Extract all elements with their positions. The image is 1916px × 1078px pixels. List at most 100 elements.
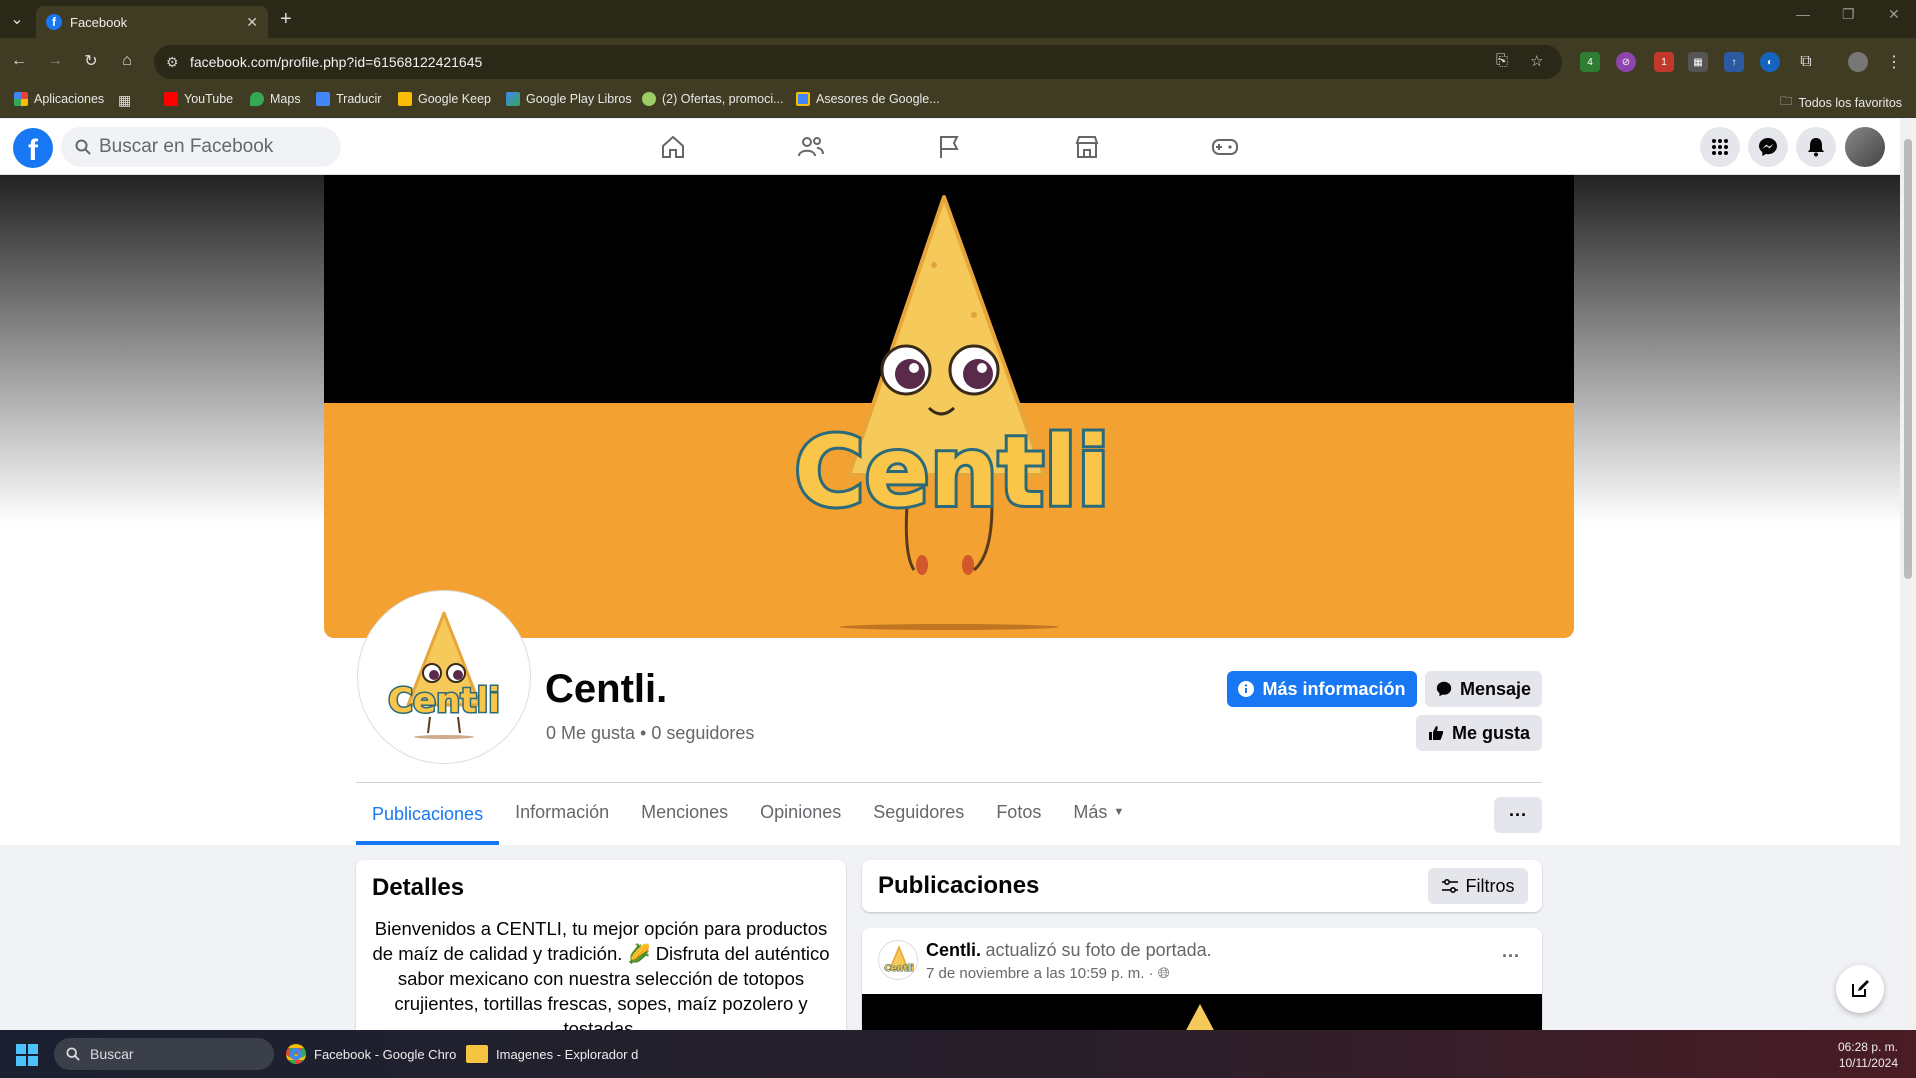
- post-card: Centli Centli. actualizó su foto de port…: [862, 928, 1542, 1030]
- reload-icon[interactable]: ↻: [80, 50, 102, 72]
- extension-icon[interactable]: 4: [1580, 52, 1600, 72]
- facebook-favicon-icon: f: [46, 14, 62, 30]
- posts-title: Publicaciones: [878, 872, 1040, 899]
- bookmark-keep[interactable]: Google Keep: [398, 92, 491, 106]
- post-author-avatar[interactable]: Centli: [878, 940, 918, 980]
- taskbar-explorer-app[interactable]: Imagenes - Explorador d: [466, 1038, 638, 1070]
- asesores-icon: [796, 92, 810, 106]
- extensions-puzzle-icon[interactable]: ⧉: [1796, 52, 1816, 72]
- bookmark-play-books[interactable]: Google Play Libros: [506, 92, 632, 106]
- more-info-button[interactable]: Más información: [1227, 671, 1417, 707]
- taskbar-search-input[interactable]: Buscar: [54, 1038, 274, 1070]
- bookmark-maps[interactable]: Maps: [250, 92, 301, 106]
- profile-more-options-button[interactable]: ···: [1494, 797, 1542, 833]
- centli-logo-avatar-image: Centli: [387, 611, 501, 739]
- bookmark-youtube[interactable]: YouTube: [164, 92, 233, 106]
- filter-sliders-icon: [1441, 879, 1458, 893]
- marketplace-nav-icon[interactable]: [1072, 133, 1102, 161]
- edit-compose-icon: [1852, 980, 1869, 997]
- browser-tab[interactable]: f Facebook ✕: [36, 6, 268, 38]
- svg-text:Centli: Centli: [794, 416, 1110, 528]
- grid-icon: ▦: [118, 92, 132, 108]
- bookmark-star-icon[interactable]: ☆: [1530, 52, 1543, 70]
- bookmark-asesores[interactable]: Asesores de Google...: [796, 92, 940, 106]
- extension-icon[interactable]: ⊘: [1616, 52, 1636, 72]
- filters-button[interactable]: Filtros: [1428, 868, 1528, 904]
- bookmark-ofertas[interactable]: (2) Ofertas, promoci...: [642, 92, 784, 106]
- cover-photo[interactable]: Centli: [324, 175, 1574, 638]
- menu-grid-icon: [1712, 139, 1728, 155]
- extension-icon[interactable]: ◐: [1760, 52, 1780, 72]
- site-info-icon[interactable]: ⚙: [166, 54, 179, 71]
- tab-seguidores[interactable]: Seguidores: [857, 783, 980, 841]
- facebook-logo-icon[interactable]: f: [13, 128, 53, 168]
- compose-message-button[interactable]: [1836, 965, 1884, 1013]
- account-avatar[interactable]: [1845, 127, 1885, 167]
- info-icon: [1238, 681, 1255, 697]
- tab-menciones[interactable]: Menciones: [625, 783, 744, 841]
- home-nav-icon[interactable]: [658, 133, 688, 161]
- post-action-text: actualizó su foto de portada.: [985, 940, 1212, 960]
- extension-icon[interactable]: ▦: [1688, 52, 1708, 72]
- centli-mascot-cover-image: Centli: [791, 195, 1113, 630]
- taskbar-clock[interactable]: 06:28 p. m. 10/11/2024: [1838, 1039, 1898, 1071]
- taskbar-chrome-app[interactable]: Facebook - Google Chro: [286, 1038, 456, 1070]
- forward-icon[interactable]: →: [44, 50, 66, 72]
- all-bookmarks-folder[interactable]: 🗀 Todos los favoritos: [1780, 92, 1902, 113]
- notifications-button[interactable]: [1796, 127, 1836, 167]
- maps-icon: [250, 92, 264, 106]
- profile-avatar-icon[interactable]: [1848, 52, 1868, 72]
- youtube-icon: [164, 92, 178, 106]
- svg-text:Centli: Centli: [884, 964, 914, 974]
- gaming-nav-icon[interactable]: [1210, 133, 1240, 161]
- profile-picture[interactable]: Centli: [358, 591, 530, 763]
- facebook-search-input[interactable]: Buscar en Facebook: [61, 127, 341, 167]
- search-icon: [66, 1047, 80, 1061]
- extension-icon[interactable]: 1: [1654, 52, 1674, 72]
- translate-icon: [316, 92, 330, 106]
- post-timestamp[interactable]: 7 de noviembre a las 10:59 p. m. · 🌐︎: [926, 965, 1212, 982]
- post-header: Centli. actualizó su foto de portada. 7 …: [926, 940, 1212, 982]
- details-title: Detalles: [372, 874, 465, 901]
- pages-flag-nav-icon[interactable]: [934, 133, 964, 161]
- post-image[interactable]: [862, 994, 1542, 1030]
- tab-opiniones[interactable]: Opiniones: [744, 783, 857, 841]
- message-button[interactable]: Mensaje: [1425, 671, 1542, 707]
- windows-start-icon[interactable]: [16, 1044, 38, 1066]
- url-text: facebook.com/profile.php?id=615681224216…: [190, 54, 483, 70]
- home-icon[interactable]: ⌂: [116, 50, 138, 72]
- post-options-button[interactable]: ···: [1502, 946, 1520, 967]
- ofertas-icon: [642, 92, 656, 106]
- like-button[interactable]: Me gusta: [1416, 715, 1542, 751]
- tab-fotos[interactable]: Fotos: [980, 783, 1057, 841]
- chrome-menu-icon[interactable]: ⋮: [1884, 52, 1904, 72]
- extension-icon[interactable]: ↑: [1724, 52, 1744, 72]
- scrollbar-thumb[interactable]: [1904, 139, 1912, 579]
- address-bar[interactable]: ⚙ facebook.com/profile.php?id=6156812242…: [154, 45, 1562, 79]
- minimize-icon[interactable]: —: [1796, 6, 1810, 22]
- close-tab-icon[interactable]: ✕: [246, 14, 258, 31]
- tab-search-button[interactable]: ⌄: [6, 8, 28, 30]
- page-scrollbar[interactable]: [1900, 119, 1916, 1030]
- menu-grid-button[interactable]: [1700, 127, 1740, 167]
- tab-title: Facebook: [70, 14, 128, 30]
- tab-informacion[interactable]: Información: [499, 783, 625, 841]
- new-tab-button[interactable]: +: [280, 8, 292, 31]
- bookmark-apps[interactable]: Aplicaciones: [14, 92, 104, 106]
- back-icon[interactable]: ←: [8, 50, 30, 72]
- friends-nav-icon[interactable]: [796, 133, 826, 161]
- bookmark-translate[interactable]: Traducir: [316, 92, 381, 106]
- tab-mas[interactable]: Más ▼: [1057, 783, 1140, 841]
- browser-tab-bar: ⌄ f Facebook ✕ + — ❐ ✕: [0, 0, 1916, 38]
- tab-publicaciones[interactable]: Publicaciones: [356, 783, 500, 845]
- folder-icon: 🗀: [1780, 94, 1793, 108]
- install-app-icon[interactable]: ⎘: [1496, 52, 1508, 69]
- bookmark-grid[interactable]: ▦: [118, 92, 131, 109]
- messenger-button[interactable]: [1748, 127, 1788, 167]
- bookmarks-bar: Aplicaciones ▦ YouTube Maps Traducir Goo…: [0, 84, 1916, 118]
- close-window-icon[interactable]: ✕: [1888, 6, 1900, 23]
- page-name: Centli.: [545, 667, 668, 711]
- restore-icon[interactable]: ❐: [1842, 6, 1855, 23]
- post-author-name[interactable]: Centli.: [926, 940, 981, 960]
- messenger-icon: [1759, 138, 1777, 156]
